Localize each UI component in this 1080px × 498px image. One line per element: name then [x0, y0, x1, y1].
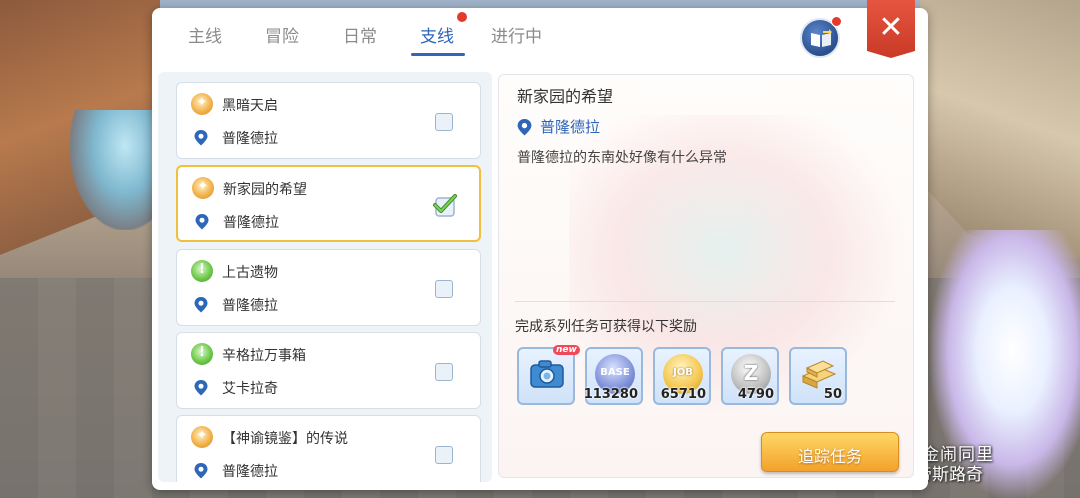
map-pin-icon: [194, 380, 208, 396]
quest-location: 普隆德拉: [222, 464, 278, 480]
tab-in-progress[interactable]: 进行中: [491, 22, 542, 47]
close-x-icon: ✕: [878, 10, 904, 45]
detail-title: 新家园的希望: [517, 87, 614, 106]
checkbox-icon[interactable]: [435, 113, 453, 131]
tab-daily[interactable]: 日常: [343, 22, 377, 47]
tab-adventure[interactable]: 冒险: [265, 22, 299, 47]
guide-notification-dot: [831, 16, 842, 27]
tab-notification-dot: [457, 12, 467, 22]
reward-header: 完成系列任务可获得以下奖励: [515, 319, 697, 335]
reward-base-exp[interactable]: BASE 113280: [583, 347, 643, 405]
quest-item-4[interactable]: ✦ 【神谕镜鉴】的传说 普隆德拉: [176, 415, 481, 482]
quest-list[interactable]: ✦ 黑暗天启 普隆德拉 ✦ 新家园的希望 普隆德拉 ! 上古遗物 普隆德拉 ! …: [158, 72, 492, 482]
quest-detail: 新家园的希望 普隆德拉 普隆德拉的东南处好像有什么异常 完成系列任务可获得以下奖…: [498, 74, 914, 478]
reward-quantity: 4790: [737, 387, 774, 402]
reward-zeny[interactable]: Z 4790: [721, 347, 779, 405]
quest-tabs: 主线 冒险 日常 支线 进行中: [152, 8, 792, 64]
tab-side[interactable]: 支线: [420, 22, 454, 47]
building-right: [920, 0, 1080, 260]
close-button[interactable]: ✕: [867, 0, 915, 58]
map-pin-icon: [195, 214, 209, 230]
reward-quantity: 65710: [660, 387, 706, 402]
quest-panel: 主线 冒险 日常 支线 进行中 ✕ ✦ 黑暗天启 普隆德拉 ✦ 新家园的希望 普…: [152, 0, 928, 490]
divider: [515, 301, 895, 302]
quest-item-0[interactable]: ✦ 黑暗天启 普隆德拉: [176, 82, 481, 159]
map-pin-icon: [517, 119, 532, 136]
map-pin-icon: [194, 130, 208, 146]
quest-green-icon: !: [191, 260, 213, 282]
track-quest-button[interactable]: 追踪任务: [761, 432, 899, 472]
quest-green-icon: !: [191, 343, 213, 365]
quest-orange-icon: ✦: [191, 426, 213, 448]
active-tab-underline: [411, 53, 465, 56]
checkbox-icon[interactable]: [435, 363, 453, 381]
quest-location: 普隆德拉: [222, 298, 278, 314]
quest-title: 新家园的希望: [223, 182, 307, 198]
track-quest-label: 追踪任务: [797, 447, 862, 466]
camera-icon: [530, 360, 564, 388]
quest-title: 上古遗物: [222, 265, 278, 281]
checkbox-icon[interactable]: [435, 446, 453, 464]
book-arrow-icon: [811, 29, 832, 47]
reward-quantity: 50: [823, 387, 842, 402]
tab-main[interactable]: 主线: [188, 22, 222, 47]
quest-orange-icon: ✦: [192, 177, 214, 199]
reward-gold-bars[interactable]: 50: [789, 347, 847, 405]
reward-camera[interactable]: new: [517, 345, 580, 405]
detail-description: 普隆德拉的东南处好像有什么异常: [517, 150, 727, 166]
quest-title: 黑暗天启: [222, 98, 278, 114]
quest-location: 普隆德拉: [223, 215, 279, 231]
quest-orange-icon: ✦: [191, 93, 213, 115]
quest-title: 【神谕镜鉴】的传说: [222, 431, 348, 447]
quest-item-3[interactable]: ! 辛格拉万事箱 艾卡拉奇: [176, 332, 481, 409]
quest-location: 艾卡拉奇: [222, 381, 278, 397]
quest-location: 普隆德拉: [222, 131, 278, 147]
quest-item-1[interactable]: ✦ 新家园的希望 普隆德拉: [176, 165, 481, 242]
quest-title: 辛格拉万事箱: [222, 348, 306, 364]
reward-job-exp[interactable]: JOB 65710: [653, 347, 711, 405]
reward-quantity: 113280: [583, 387, 638, 402]
new-badge: new: [553, 345, 580, 355]
map-pin-icon: [194, 297, 208, 313]
quest-item-2[interactable]: ! 上古遗物 普隆德拉: [176, 249, 481, 326]
green-checkmark-icon[interactable]: [432, 193, 458, 217]
detail-location-link[interactable]: 普隆德拉: [540, 116, 600, 137]
checkbox-icon[interactable]: [435, 280, 453, 298]
map-pin-icon: [194, 463, 208, 479]
